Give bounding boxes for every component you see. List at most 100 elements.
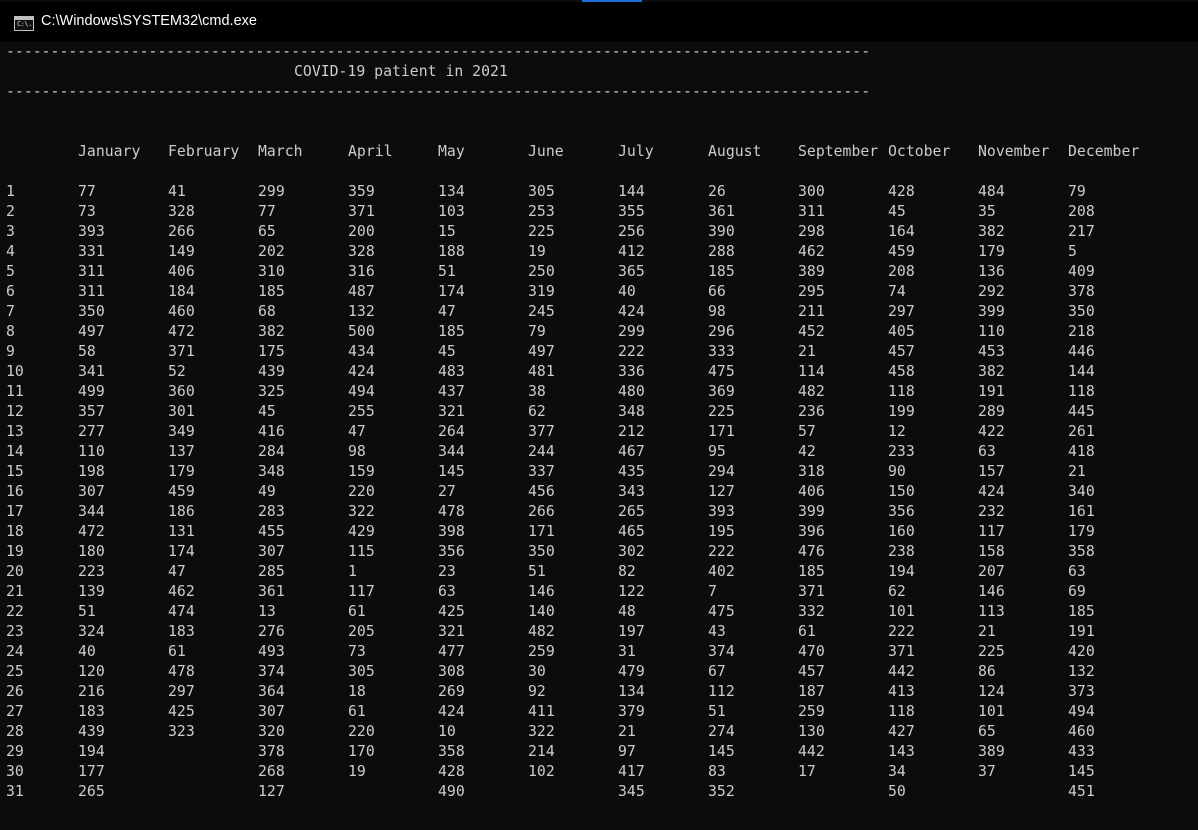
patient-count: 98 bbox=[348, 443, 366, 460]
patient-count: 259 bbox=[528, 643, 555, 660]
patient-count: 160 bbox=[888, 523, 915, 540]
patient-count: 417 bbox=[618, 763, 645, 780]
patient-count: 364 bbox=[258, 683, 285, 700]
patient-count: 191 bbox=[1068, 623, 1095, 640]
patient-count: 77 bbox=[258, 203, 276, 220]
patient-count: 418 bbox=[1068, 443, 1095, 460]
patient-count: 21 bbox=[978, 623, 996, 640]
patient-count: 358 bbox=[438, 743, 465, 760]
cmd-icon: C:\. bbox=[14, 16, 34, 31]
patient-count: 357 bbox=[78, 403, 105, 420]
patient-count: 307 bbox=[258, 543, 285, 560]
patient-count: 371 bbox=[798, 583, 825, 600]
patient-count: 27 bbox=[438, 483, 456, 500]
patient-count: 145 bbox=[438, 463, 465, 480]
patient-count: 341 bbox=[78, 363, 105, 380]
patient-count: 301 bbox=[168, 403, 195, 420]
patient-count: 120 bbox=[78, 663, 105, 680]
patient-count: 223 bbox=[78, 563, 105, 580]
patient-count: 500 bbox=[348, 323, 375, 340]
patient-count: 82 bbox=[618, 563, 636, 580]
patient-count: 140 bbox=[528, 603, 555, 620]
patient-count: 244 bbox=[528, 443, 555, 460]
patient-count: 225 bbox=[528, 223, 555, 240]
patient-count: 311 bbox=[78, 283, 105, 300]
patient-count: 288 bbox=[708, 243, 735, 260]
day-number: 15 bbox=[6, 463, 24, 480]
patient-count: 149 bbox=[168, 243, 195, 260]
patient-count: 185 bbox=[798, 563, 825, 580]
patient-count: 164 bbox=[888, 223, 915, 240]
patient-count: 323 bbox=[168, 723, 195, 740]
patient-count: 179 bbox=[1068, 523, 1095, 540]
day-number: 1 bbox=[6, 183, 15, 200]
patient-count: 211 bbox=[798, 303, 825, 320]
patient-count: 212 bbox=[618, 423, 645, 440]
patient-count: 222 bbox=[708, 543, 735, 560]
patient-count: 307 bbox=[78, 483, 105, 500]
patient-count: 406 bbox=[798, 483, 825, 500]
patient-count: 179 bbox=[978, 243, 1005, 260]
month-label-june: June bbox=[528, 143, 564, 160]
patient-count: 336 bbox=[618, 363, 645, 380]
separator-top: ----------------------------------------… bbox=[6, 43, 871, 60]
patient-count: 350 bbox=[528, 543, 555, 560]
patient-count: 389 bbox=[798, 263, 825, 280]
month-label-february: February bbox=[168, 143, 240, 160]
patient-count: 51 bbox=[528, 563, 546, 580]
patient-count: 328 bbox=[348, 243, 375, 260]
day-number: 17 bbox=[6, 503, 24, 520]
patient-count: 358 bbox=[1068, 543, 1095, 560]
patient-count: 45 bbox=[258, 403, 276, 420]
patient-count: 319 bbox=[528, 283, 555, 300]
patient-count: 238 bbox=[888, 543, 915, 560]
patient-count: 65 bbox=[978, 723, 996, 740]
patient-count: 185 bbox=[258, 283, 285, 300]
patient-count: 390 bbox=[708, 223, 735, 240]
patient-count: 47 bbox=[168, 563, 186, 580]
patient-count: 355 bbox=[618, 203, 645, 220]
patient-count: 369 bbox=[708, 383, 735, 400]
patient-count: 371 bbox=[888, 643, 915, 660]
patient-count: 61 bbox=[348, 703, 366, 720]
patient-count: 17 bbox=[798, 763, 816, 780]
patient-count: 21 bbox=[618, 723, 636, 740]
patient-count: 320 bbox=[258, 723, 285, 740]
patient-count: 183 bbox=[168, 623, 195, 640]
console-output[interactable]: ----------------------------------------… bbox=[0, 42, 1198, 830]
patient-count: 371 bbox=[348, 203, 375, 220]
patient-count: 399 bbox=[978, 303, 1005, 320]
patient-count: 361 bbox=[708, 203, 735, 220]
patient-count: 185 bbox=[708, 263, 735, 280]
patient-count: 131 bbox=[168, 523, 195, 540]
patient-count: 398 bbox=[438, 523, 465, 540]
patient-count: 277 bbox=[78, 423, 105, 440]
patient-count: 42 bbox=[798, 443, 816, 460]
patient-count: 83 bbox=[708, 763, 726, 780]
patient-count: 112 bbox=[708, 683, 735, 700]
patient-count: 146 bbox=[528, 583, 555, 600]
patient-count: 146 bbox=[978, 583, 1005, 600]
patient-count: 305 bbox=[348, 663, 375, 680]
day-number: 18 bbox=[6, 523, 24, 540]
patient-count: 294 bbox=[708, 463, 735, 480]
patient-count: 409 bbox=[1068, 263, 1095, 280]
patient-count: 15 bbox=[438, 223, 456, 240]
patient-count: 378 bbox=[258, 743, 285, 760]
title-bar[interactable]: C:\. C:\Windows\SYSTEM32\cmd.exe bbox=[0, 2, 1198, 42]
patient-count: 348 bbox=[618, 403, 645, 420]
patient-count: 299 bbox=[618, 323, 645, 340]
day-number: 16 bbox=[6, 483, 24, 500]
patient-count: 38 bbox=[528, 383, 546, 400]
patient-count: 494 bbox=[1068, 703, 1095, 720]
patient-count: 110 bbox=[78, 443, 105, 460]
patient-count: 259 bbox=[798, 703, 825, 720]
patient-count: 359 bbox=[348, 183, 375, 200]
patient-count: 499 bbox=[78, 383, 105, 400]
patient-count: 434 bbox=[348, 343, 375, 360]
patient-count: 462 bbox=[168, 583, 195, 600]
patient-count: 308 bbox=[438, 663, 465, 680]
patient-count: 208 bbox=[888, 263, 915, 280]
patient-count: 171 bbox=[708, 423, 735, 440]
patient-count: 127 bbox=[708, 483, 735, 500]
